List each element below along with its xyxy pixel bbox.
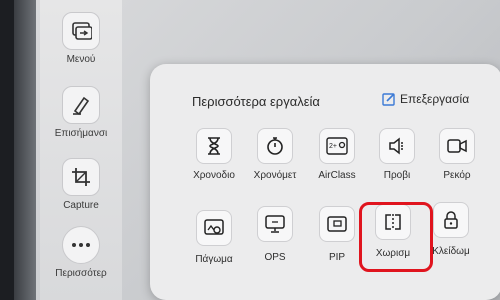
freeze-icon [196, 210, 232, 246]
video-camera-icon [439, 128, 475, 164]
edit-label: Επεξεργασία [400, 92, 470, 106]
tool-label: AirClass [318, 170, 356, 181]
sidebar: Μενού Επισήμανσι Capture Περισσότερ [40, 0, 122, 300]
monitor-icon [257, 206, 293, 242]
tool-label: PIP [328, 252, 346, 263]
pip-icon [319, 206, 355, 242]
split-screen-highlight [359, 202, 433, 272]
tool-label: Προβι [383, 170, 411, 181]
tool-label: Ρεκόρ [443, 170, 471, 181]
sidebar-item-capture[interactable]: Capture [40, 158, 122, 211]
sidebar-item-label: Περισσότερ [55, 268, 107, 279]
menu-icon [62, 12, 100, 50]
airclass-icon: 2+ [319, 128, 355, 164]
svg-text:2+: 2+ [329, 143, 337, 150]
tool-pip[interactable]: PIP [308, 206, 366, 263]
tool-timer[interactable]: Χρονοδιο [185, 128, 243, 181]
screen-bezel [0, 0, 14, 300]
sidebar-item-label: Επισήμανσι [54, 128, 108, 139]
tool-stopwatch[interactable]: Χρονόμετ [246, 128, 304, 181]
tool-projection[interactable]: Προβι [368, 128, 426, 181]
sidebar-item-label: Μενού [66, 54, 96, 65]
stopwatch-icon [257, 128, 293, 164]
lock-icon [433, 202, 469, 238]
more-tools-panel: Περισσότερα εργαλεία Επεξεργασία Χρονοδι… [150, 64, 500, 300]
crop-icon [62, 158, 100, 196]
speaker-icon [379, 128, 415, 164]
tool-airclass[interactable]: 2+ AirClass [308, 128, 366, 181]
more-icon [62, 226, 100, 264]
tool-record[interactable]: Ρεκόρ [428, 128, 486, 181]
tool-label: Χρονόμετ [253, 170, 297, 181]
hourglass-icon [196, 128, 232, 164]
tool-label: Πάγωμα [195, 254, 233, 265]
sidebar-item-menu[interactable]: Μενού [40, 12, 122, 65]
tool-label: Χρονοδιο [193, 170, 235, 181]
highlighter-icon [62, 86, 100, 124]
sidebar-item-more[interactable]: Περισσότερ [40, 226, 122, 279]
bezel-edge [14, 0, 36, 300]
edit-button[interactable]: Επεξεργασία [382, 92, 469, 106]
tool-label: OPS [264, 252, 286, 263]
sidebar-item-label: Capture [63, 200, 99, 211]
tool-ops[interactable]: OPS [246, 206, 304, 263]
sidebar-item-annotate[interactable]: Επισήμανσι [40, 86, 122, 139]
edit-icon [382, 92, 396, 106]
tool-freeze[interactable]: Πάγωμα [185, 210, 243, 265]
panel-title: Περισσότερα εργαλεία [192, 94, 320, 109]
